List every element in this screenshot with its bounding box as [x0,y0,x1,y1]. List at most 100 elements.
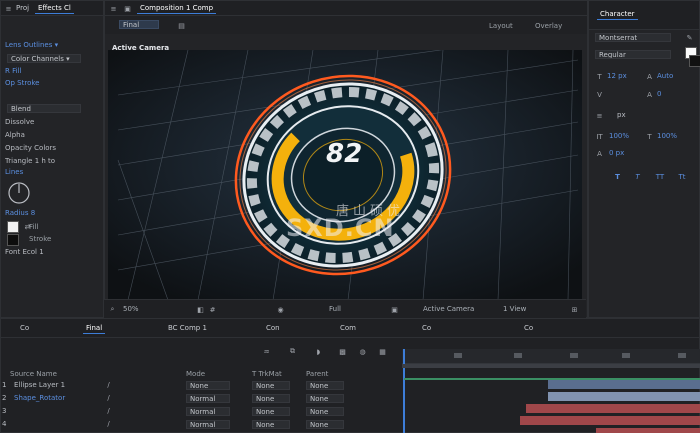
resolution-select[interactable]: Full [326,304,344,314]
motion-blur-icon[interactable]: ◗ [314,347,323,356]
layer-bar[interactable] [520,416,700,425]
layer-bar[interactable] [548,380,700,389]
effect-row-1[interactable]: Lens Outlines ▾ [5,41,99,50]
tab-effects-controls[interactable]: Effects Cl [35,4,74,14]
rotation-dial-icon[interactable] [7,181,31,205]
font-style-select[interactable]: Regular [595,50,671,59]
draft-3d-icon[interactable]: ◍ [358,347,367,356]
layout-label[interactable]: Layout [489,22,513,30]
effect-row-stroke: Op Stroke [5,79,40,87]
effect-row-radius: Radius 8 [5,209,36,217]
layer-mode-select[interactable]: Normal [186,407,230,416]
lock-icon[interactable]: ▣ [123,4,132,13]
view-tab[interactable]: Final [119,20,159,29]
layer-trkmat-select[interactable]: None [252,394,290,403]
leading-value[interactable]: Auto [657,72,673,80]
all-caps-button[interactable]: TT [653,172,667,181]
character-panel: Character Montserrat ✎ Regular T 12 px A… [588,0,700,318]
font-size-value[interactable]: 12 px [607,72,627,80]
tab-timeline-4[interactable]: Con [263,324,283,333]
layer-bar[interactable] [596,428,700,433]
tab-timeline-7[interactable]: Co [521,324,536,333]
tab-project[interactable]: Proj [13,4,32,13]
menu-icon[interactable]: ≡ [109,4,118,13]
viewer-canvas: 82 [108,50,582,300]
tab-timeline-final[interactable]: Final [83,324,106,334]
tracking-value[interactable]: 0 [657,90,661,98]
unit-label[interactable]: px [617,111,626,119]
graph-editor-icon[interactable]: ▩ [338,347,347,356]
overlay-label[interactable]: Overlay [535,22,562,30]
layer-row[interactable]: 1 Ellipse Layer 1 / None None None [0,380,400,391]
faux-italic-button[interactable]: T [633,172,642,181]
baseline-shift-value[interactable]: 0 px [609,149,624,157]
leading-icon: A [647,72,652,81]
layer-name[interactable]: Ellipse Layer 1 [14,380,65,391]
effect-select-blend[interactable]: Blend [7,104,81,113]
layer-mode-select[interactable]: Normal [186,420,230,429]
tab-timeline-1[interactable]: Co [17,324,32,333]
layer-mode-select[interactable]: None [186,381,230,390]
layer-parent-select[interactable]: None [306,394,344,403]
composition-tabbar: ≡ ▣ Composition 1 Comp [105,1,587,16]
time-ruler[interactable] [402,349,700,364]
layer-parent-select[interactable]: None [306,407,344,416]
frame-blend-icon[interactable]: ⧉ [288,347,297,356]
tab-composition[interactable]: Composition 1 Comp [137,4,217,14]
pen-icon[interactable]: / [104,394,113,403]
views-select[interactable]: 1 View [500,304,529,314]
layer-mode-select[interactable]: Normal [186,394,230,403]
magnify-icon[interactable]: ⌕ [108,305,117,314]
pen-icon[interactable]: / [104,407,113,416]
font-family-select[interactable]: Montserrat [595,33,671,42]
pen-icon[interactable]: / [104,381,113,390]
effect-select-color-channels[interactable]: Color Channels ▾ [7,54,81,63]
zoom-select[interactable]: 50% [120,304,142,314]
flowchart-icon[interactable]: ▤ [177,21,186,30]
layer-trkmat-select[interactable]: None [252,381,290,390]
stroke-color-swatch[interactable] [7,234,19,246]
layer-row[interactable]: 2 Shape_Rotator / Normal None None [0,393,400,404]
menu-icon[interactable]: ≡ [4,4,13,13]
layer-trkmat-select[interactable]: None [252,420,290,429]
baseline-shift-icon: A [597,149,602,158]
layer-row[interactable]: 3 / Normal None None [0,406,400,417]
camera-select[interactable]: Active Camera [420,304,477,314]
faux-bold-button[interactable]: T [613,172,622,181]
snapshot-icon[interactable]: ◉ [276,305,285,314]
effect-row-lines: Lines [5,168,24,176]
chart-icon[interactable]: ▦ [378,347,387,356]
ruler-marker [622,353,630,358]
pen-icon[interactable]: / [104,420,113,429]
layer-parent-select[interactable]: None [306,420,344,429]
region-icon[interactable]: ▣ [390,305,399,314]
ruler-marker [454,353,462,358]
stroke-color-swatch[interactable] [689,55,700,67]
small-caps-button[interactable]: Tt [675,172,689,181]
tab-timeline-3[interactable]: BC Comp 1 [165,324,210,333]
eyedropper-icon[interactable]: ✎ [685,33,694,42]
grid-icon[interactable]: # [208,305,217,314]
layer-bar[interactable] [526,404,700,413]
stroke-swatch-label: Stroke [29,235,52,243]
effect-row-fill: R Fill [5,67,22,75]
tab-timeline-5[interactable]: Com [337,324,359,333]
tab-character[interactable]: Character [597,10,638,20]
fill-color-swatch[interactable] [7,221,19,233]
kerning-icon: V [597,90,602,99]
layer-bar[interactable] [548,392,700,401]
vertical-scale-value[interactable]: 100% [609,132,629,140]
playhead[interactable] [403,349,406,433]
camera-icon[interactable]: ◧ [196,305,205,314]
layer-trkmat-select[interactable]: None [252,407,290,416]
layer-number: 4 [2,420,7,428]
horizontal-scale-value[interactable]: 100% [657,132,677,140]
fast-preview-icon[interactable]: ⊞ [570,305,579,314]
layer-name[interactable]: Shape_Rotator [14,393,65,404]
shy-icon[interactable]: ♒ [262,347,271,356]
layer-parent-select[interactable]: None [306,381,344,390]
horizontal-scale-icon: T [647,132,652,141]
tab-timeline-6[interactable]: Co [419,324,434,333]
layer-row[interactable]: 4 / Normal None None [0,419,400,430]
composition-viewer[interactable]: 82 [108,50,582,300]
